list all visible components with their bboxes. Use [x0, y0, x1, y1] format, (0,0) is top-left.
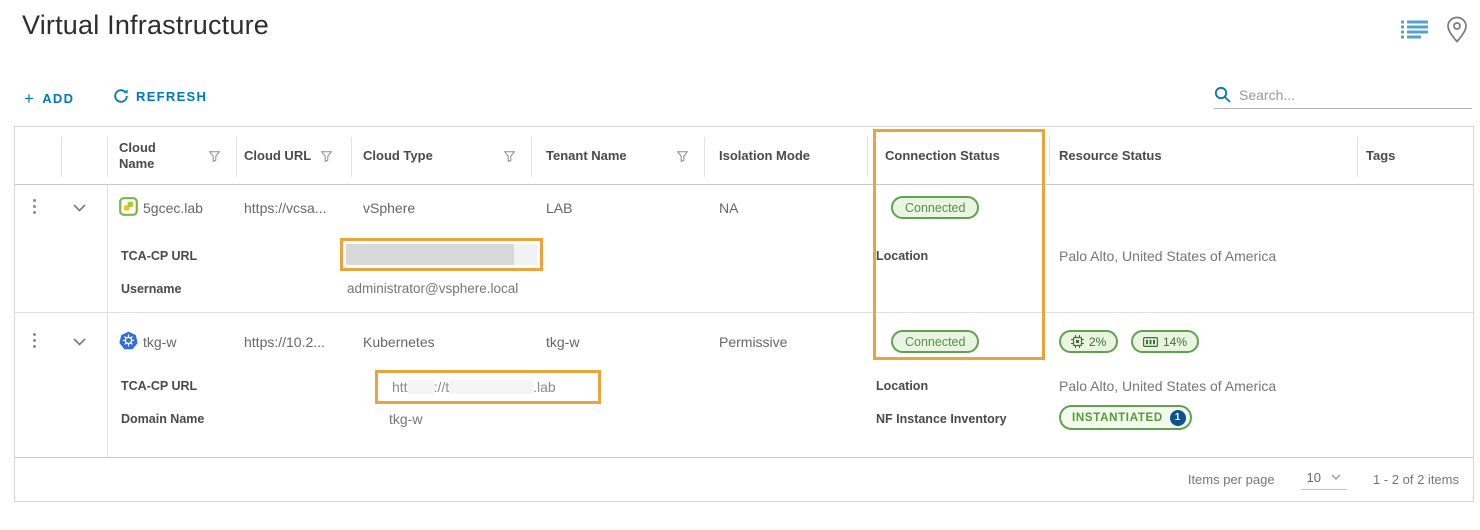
- location-pin-icon[interactable]: [1446, 16, 1468, 48]
- chevron-down-icon: [1331, 474, 1341, 480]
- kubernetes-icon: [119, 331, 138, 353]
- tca-cp-url-label: TCA-CP URL: [121, 379, 198, 393]
- filter-icon[interactable]: [677, 150, 688, 162]
- search-input[interactable]: [1239, 86, 1459, 103]
- add-button[interactable]: + ADD: [24, 90, 74, 107]
- masked-tca-url-highlight: htt://t .lab: [375, 370, 601, 404]
- column-header-tags[interactable]: Tags: [1366, 127, 1466, 185]
- filter-icon[interactable]: [321, 150, 332, 162]
- cpu-icon: [1071, 335, 1084, 348]
- expand-chevron-icon[interactable]: [73, 333, 86, 349]
- search-box: [1214, 86, 1472, 109]
- refresh-button[interactable]: REFRESH: [113, 88, 207, 104]
- username-label: Username: [121, 282, 182, 296]
- nf-instance-count-badge: 1: [1169, 409, 1186, 426]
- location-label: Location: [876, 379, 929, 393]
- refresh-icon: [113, 88, 129, 104]
- refresh-button-label: REFRESH: [136, 88, 208, 104]
- expand-chevron-icon[interactable]: [73, 199, 86, 215]
- vsphere-icon: [119, 197, 138, 219]
- column-header-tenant-name[interactable]: Tenant Name: [546, 127, 696, 185]
- domain-name-value: tkg-w: [389, 411, 423, 427]
- items-per-page-label: Items per page: [1187, 472, 1275, 487]
- tca-cp-url-value: htt://t .lab: [392, 379, 556, 395]
- location-label: Location: [876, 249, 929, 263]
- pagination-range: 1 - 2 of 2 items: [1373, 472, 1459, 487]
- column-header-cloud-url[interactable]: Cloud URL: [244, 127, 344, 185]
- table-header-row: Cloud Name Cloud URL Cloud Type Tenant N…: [15, 127, 1473, 185]
- table-row: 5gcec.lab https://vcsa... vSphere LAB NA…: [15, 185, 1473, 313]
- username-value: administrator@vsphere.local: [347, 281, 519, 296]
- nf-instance-status-badge: INSTANTIATED 1: [1059, 405, 1192, 430]
- virtual-infrastructure-table: Cloud Name Cloud URL Cloud Type Tenant N…: [14, 126, 1474, 502]
- tenant-name-value: LAB: [546, 200, 573, 216]
- location-value: Palo Alto, United States of America: [1059, 248, 1277, 264]
- virtual-infrastructure-page: Virtual Infrastructure + ADD REFRESH Sea…: [0, 0, 1480, 530]
- location-value: Palo Alto, United States of America: [1059, 378, 1277, 394]
- row-actions-kebab-icon[interactable]: [31, 331, 38, 350]
- column-header-connection-status[interactable]: Connection Status: [885, 127, 1045, 185]
- add-button-label: ADD: [42, 91, 75, 106]
- nf-instance-inventory-label: NF Instance Inventory: [876, 412, 1007, 426]
- connection-status-badge: Connected: [891, 330, 980, 353]
- page-title: Virtual Infrastructure: [22, 10, 270, 40]
- connection-status-badge: Connected: [891, 196, 980, 219]
- table-footer: Items per page 10 1 - 2 of 2 items: [15, 457, 1473, 501]
- tca-cp-url-label: TCA-CP URL: [121, 249, 198, 263]
- memory-icon: [1143, 336, 1158, 348]
- cloud-name-value[interactable]: 5gcec.lab: [143, 200, 203, 216]
- tenant-name-value: tkg-w: [546, 334, 580, 350]
- header-actions: [1401, 16, 1468, 48]
- column-header-resource-status[interactable]: Resource Status: [1059, 127, 1339, 185]
- filter-icon[interactable]: [504, 150, 515, 162]
- row-actions-kebab-icon[interactable]: [31, 197, 38, 216]
- isolation-mode-value: Permissive: [719, 334, 788, 350]
- column-header-cloud-name[interactable]: Cloud Name: [119, 127, 234, 185]
- cloud-type-value: Kubernetes: [363, 334, 435, 350]
- cloud-type-value: vSphere: [363, 200, 416, 216]
- redacted-tca-url-highlight: [340, 238, 543, 271]
- cloud-name-value[interactable]: tkg-w: [143, 334, 176, 350]
- column-header-cloud-type[interactable]: Cloud Type: [363, 127, 523, 185]
- page-size-select[interactable]: 10: [1300, 470, 1348, 490]
- search-icon: [1214, 86, 1231, 103]
- domain-name-label: Domain Name: [121, 412, 205, 426]
- plus-icon: +: [24, 89, 36, 108]
- memory-usage-badge: 14%: [1131, 330, 1200, 353]
- isolation-mode-value: NA: [719, 200, 739, 216]
- redacted-value: [346, 244, 537, 265]
- column-header-isolation-mode[interactable]: Isolation Mode: [719, 127, 859, 185]
- cpu-usage-badge: 2%: [1059, 330, 1119, 353]
- list-view-icon[interactable]: [1401, 19, 1428, 45]
- table-row: tkg-w https://10.2... Kubernetes tkg-w P…: [15, 313, 1473, 458]
- cloud-url-value: https://vcsa...: [244, 200, 327, 216]
- cloud-url-value: https://10.2...: [244, 334, 325, 350]
- filter-icon[interactable]: [209, 150, 220, 162]
